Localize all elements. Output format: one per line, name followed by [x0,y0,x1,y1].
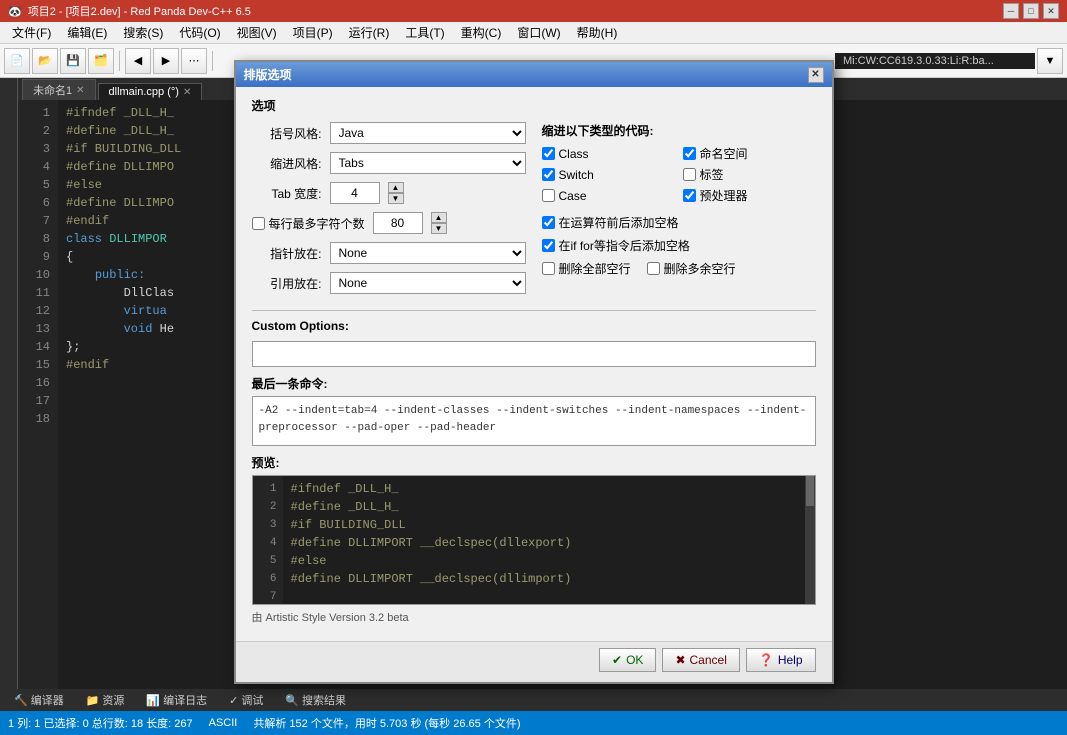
ok-label: OK [626,653,643,667]
right-column: 缩进以下类型的代码: Class 命名空间 Switch [542,122,816,302]
max-chars-label: 每行最多字符个数 [269,215,365,232]
dialog-title-bar: 排版选项 ✕ [236,62,832,87]
status-position: 1 列: 1 已选择: 0 总行数: 18 长度: 267 [8,715,193,731]
preview-scrollbar[interactable] [805,476,815,604]
last-command-box: -A2 --indent=tab=4 --indent-classes --in… [252,396,816,446]
ref-align-row: 引用放在: None [252,272,526,294]
preprocessor-checkbox-label[interactable]: 预处理器 [683,187,816,204]
ok-icon: ✔ [612,653,622,667]
namespace-checkbox[interactable] [683,147,696,160]
preprocessor-checkbox[interactable] [683,189,696,202]
remove-empty-text: 删除全部空行 [559,260,631,277]
class-label: Class [559,147,589,161]
indent-checkboxes: Class 命名空间 Switch 标签 [542,145,816,204]
tab-width-row: Tab 宽度: ▲ ▼ [252,182,526,204]
max-chars-spinner: ▲ ▼ [431,212,447,234]
max-chars-up[interactable]: ▲ [431,212,447,223]
custom-options-label: Custom Options: [252,319,349,333]
dialog-buttons: ✔ OK ✖ Cancel ❓ Help [236,641,832,682]
dialog-body: 选项 括号风格: Java 缩进风格: Tabs [236,87,832,641]
bracket-style-row: 括号风格: Java [252,122,526,144]
remove-empty-checkbox[interactable] [542,262,555,275]
max-chars-down[interactable]: ▼ [431,223,447,234]
preview-code: #ifndef _DLL_H_ #define _DLL_H_ #if BUIL… [283,476,805,604]
case-checkbox[interactable] [542,189,555,202]
remove-empty-label[interactable]: 删除全部空行 [542,260,631,277]
namespace-checkbox-label[interactable]: 命名空间 [683,145,816,162]
switch-checkbox-label[interactable]: Switch [542,166,675,183]
max-chars-checkbox[interactable] [252,217,265,230]
left-column: 括号风格: Java 缩进风格: Tabs Tab 宽度: [252,122,526,302]
status-encoding: ASCII [209,717,238,729]
dialog-title: 排版选项 [244,66,292,83]
max-chars-row: 每行最多字符个数 ▲ ▼ [252,212,526,234]
add-spaces-op-label[interactable]: 在运算符前后添加空格 [542,214,816,231]
preprocessor-label: 预处理器 [700,187,748,204]
help-icon: ❓ [759,653,774,667]
format-options-dialog: 排版选项 ✕ 选项 括号风格: Java 缩进风格: [234,60,834,684]
tab-width-up[interactable]: ▲ [388,182,404,193]
help-button[interactable]: ❓ Help [746,648,816,672]
max-chars-checkbox-label[interactable]: 每行最多字符个数 [252,215,365,232]
namespace-label: 命名空间 [700,145,748,162]
case-checkbox-label[interactable]: Case [542,187,675,204]
options-two-col: 括号风格: Java 缩进风格: Tabs Tab 宽度: [252,122,816,302]
switch-checkbox[interactable] [542,168,555,181]
extra-checkboxes: 在运算符前后添加空格 在if for等指令后添加空格 删除全部空行 [542,214,816,277]
class-checkbox[interactable] [542,147,555,160]
max-chars-input[interactable] [373,212,423,234]
cancel-button[interactable]: ✖ Cancel [662,648,739,672]
options-section-title: 选项 [252,97,816,114]
preview-title: 预览: [252,454,816,471]
custom-options-input[interactable] [252,341,816,367]
add-spaces-op-text: 在运算符前后添加空格 [559,214,679,231]
preview-line-numbers: 1234567 [253,476,283,604]
add-spaces-op-checkbox[interactable] [542,216,555,229]
custom-options-row: Custom Options: [252,319,816,333]
ptr-align-row: 指针放在: None [252,242,526,264]
ok-button[interactable]: ✔ OK [599,648,656,672]
status-stats: 共解析 152 个文件，用时 5.703 秒 (每秒 26.65 个文件) [253,715,520,731]
ptr-align-select[interactable]: None [330,242,526,264]
indent-style-select[interactable]: Tabs [330,152,526,174]
preview-scroll-thumb [806,476,814,506]
dialog-close-button[interactable]: ✕ [808,67,824,83]
footer-source: 由 Artistic Style Version 3.2 beta [252,605,816,631]
tab-width-label: Tab 宽度: [252,185,322,202]
divider1 [252,310,816,311]
remove-empty-row: 删除全部空行 删除多余空行 [542,260,816,277]
cancel-label: Cancel [690,653,727,667]
label-checkbox[interactable] [683,168,696,181]
dialog-overlay: 排版选项 ✕ 选项 括号风格: Java 缩进风格: [0,0,1067,713]
add-spaces-if-text: 在if for等指令后添加空格 [559,237,690,254]
remove-extra-checkbox[interactable] [647,262,660,275]
label-label: 标签 [700,166,724,183]
add-spaces-if-label[interactable]: 在if for等指令后添加空格 [542,237,816,254]
indent-style-row: 缩进风格: Tabs [252,152,526,174]
last-command-label: 最后一条命令: [252,375,816,392]
add-spaces-if-checkbox[interactable] [542,239,555,252]
help-label: Help [778,653,803,667]
tab-width-down[interactable]: ▼ [388,193,404,204]
right-section-title: 缩进以下类型的代码: [542,122,816,139]
tab-width-input[interactable] [330,182,380,204]
status-bar: 1 列: 1 已选择: 0 总行数: 18 长度: 267 ASCII 共解析 … [0,711,1067,735]
remove-extra-text: 删除多余空行 [664,260,736,277]
preview-section: 预览: 1234567 #ifndef _DLL_H_ #define _DLL… [252,454,816,605]
ptr-align-label: 指针放在: [252,245,322,262]
remove-extra-label[interactable]: 删除多余空行 [647,260,736,277]
ref-align-select[interactable]: None [330,272,526,294]
case-label: Case [559,189,587,203]
bracket-style-label: 括号风格: [252,125,322,142]
class-checkbox-label[interactable]: Class [542,145,675,162]
ref-align-label: 引用放在: [252,275,322,292]
cancel-icon: ✖ [675,653,685,667]
bracket-style-select[interactable]: Java [330,122,526,144]
tab-width-spinner: ▲ ▼ [388,182,404,204]
preview-box: 1234567 #ifndef _DLL_H_ #define _DLL_H_ … [252,475,816,605]
label-checkbox-label[interactable]: 标签 [683,166,816,183]
switch-label: Switch [559,168,594,182]
indent-style-label: 缩进风格: [252,155,322,172]
